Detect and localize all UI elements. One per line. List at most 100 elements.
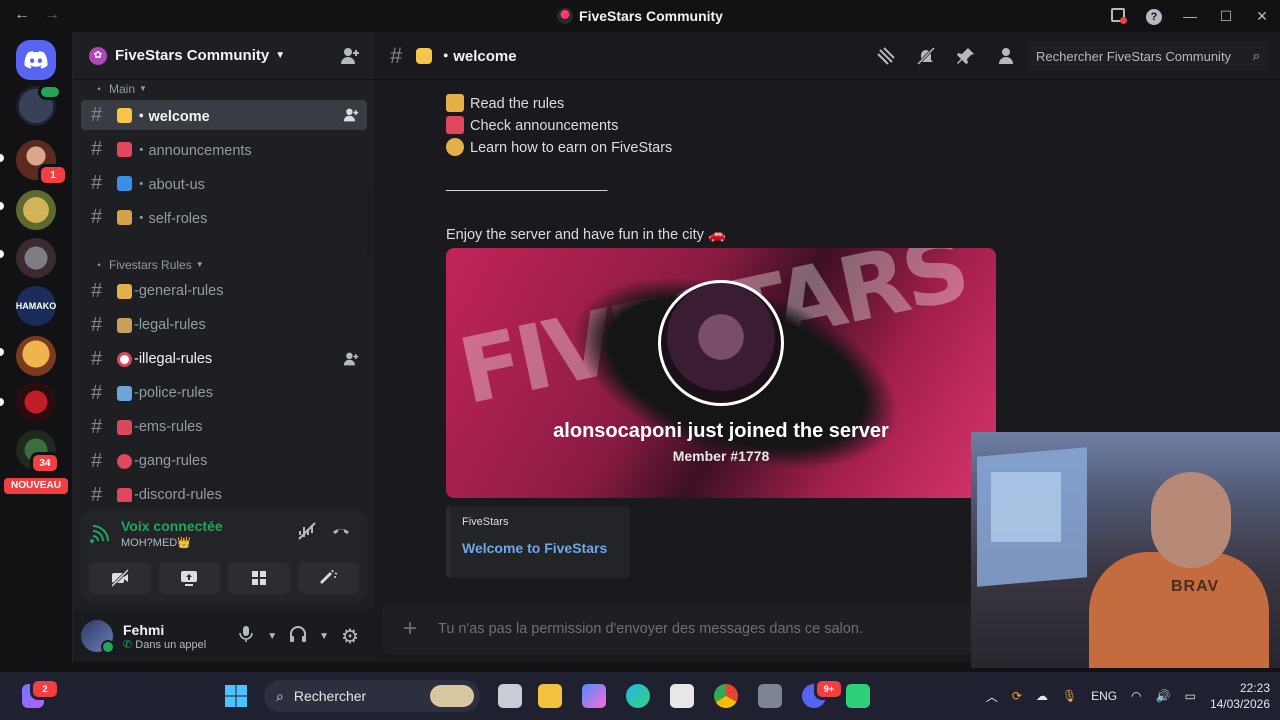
chevron-down-icon[interactable]: ▼ [267,631,277,642]
voice-channel-name[interactable]: MOH?MED👑 [121,536,223,549]
channel-legal-rules[interactable]: # -legal-rules [81,310,367,340]
channel-gang-rules[interactable]: # -gang-rules [81,446,367,476]
cloud-icon[interactable]: ☁ [1036,689,1048,703]
microsoft-store-icon[interactable] [670,684,694,708]
noise-suppression-icon[interactable] [297,521,317,546]
user-panel: Fehmi ✆ Dans un appel ▼ ▼ ⚙ [73,610,375,662]
channel-ems-rules[interactable]: # -ems-rules [81,412,367,442]
server-icon-3[interactable] [16,190,56,230]
server-icon-6[interactable] [16,336,56,376]
channel-about-us[interactable]: # ・about-us [81,168,367,198]
server-name: FiveStars Community [115,47,270,64]
server-header[interactable]: ✿ FiveStars Community ▼ [73,32,374,80]
copilot-icon[interactable] [582,684,606,708]
new-servers-label[interactable]: NOUVEAU [4,478,68,494]
language-indicator[interactable]: ENG [1091,689,1117,703]
search-icon: ⌕ [276,687,284,704]
channel-announcements[interactable]: # ・announcements [81,134,367,164]
scroll-emoji-icon [446,94,464,112]
hash-icon: # [91,347,103,370]
channel-sidebar: ✿ FiveStars Community ▼ ・ Main ▼ # ・welcom… [72,32,375,662]
windows-start-icon[interactable] [224,684,248,713]
money-bag-emoji-icon [446,138,464,156]
search-highlight-icon [430,685,474,707]
wave-emoji-icon [416,47,433,64]
disconnect-call-icon[interactable] [331,521,351,546]
battery-icon[interactable]: ▭ [1185,689,1196,703]
gear-icon[interactable]: ⚙ [341,624,359,649]
notification-bell-muted-icon[interactable] [916,46,936,71]
volume-icon[interactable]: 🔊 [1156,689,1171,703]
invite-to-channel-icon[interactable] [343,107,359,123]
member-list-icon[interactable] [996,46,1016,71]
soundboard-button[interactable] [297,562,359,594]
chevron-up-icon[interactable]: ︿ [986,688,998,705]
taskbar-search[interactable]: ⌕ Rechercher [264,680,480,712]
member-avatar [658,280,784,406]
channel-title: ・welcome [438,48,517,65]
screen-share-button[interactable] [158,562,220,594]
unread-pill [0,250,4,258]
threads-icon[interactable] [876,46,896,71]
megaphone-emoji-icon [117,141,132,157]
headphones-icon[interactable] [289,625,307,648]
hash-icon: # [91,137,103,160]
close-button[interactable]: ✕ [1244,8,1280,25]
unread-pill [0,348,4,356]
channel-header: # ・welcome Rechercher FiveStars Communit… [374,32,1280,80]
search-input[interactable]: Rechercher FiveStars Community ⌕ [1028,42,1268,70]
sync-icon[interactable]: ⟳ [1012,689,1022,703]
minimize-button[interactable]: — [1172,8,1208,24]
server-icon-4[interactable] [16,238,56,278]
server-emblem-icon: ✿ [89,46,107,65]
pin-icon[interactable] [956,46,976,71]
title-bar: ← → FiveStars Community ? — ☐ ✕ [0,0,1280,32]
channel-illegal-rules[interactable]: # -illegal-rules [81,344,367,374]
hash-icon: # [91,381,103,404]
channel-police-rules[interactable]: # -police-rules [81,378,367,408]
no-entry-emoji-icon [117,351,132,367]
invite-people-icon[interactable] [340,46,360,66]
category-main[interactable]: ・ Main ▼ [93,80,147,97]
voice-active-icon [38,84,62,100]
help-icon[interactable]: ? [1136,7,1172,25]
channel-self-roles[interactable]: # ・self-roles [81,202,367,232]
channel-discord-rules[interactable]: # -discord-rules [81,480,367,502]
microphone-icon[interactable] [237,625,255,648]
channel-list-scrollbar[interactable] [367,190,371,254]
voice-connected-panel: Voix connectée MOH?MED👑 [81,510,367,602]
invite-to-channel-icon[interactable] [343,351,359,367]
settings-app-icon[interactable] [758,684,782,708]
microphone-in-use-icon[interactable]: 🎙 [1062,689,1077,703]
username[interactable]: Fehmi [123,622,206,638]
hash-icon: # [91,205,103,228]
voice-status-title[interactable]: Voix connectée [121,518,223,534]
channel-general-rules[interactable]: # -general-rules [81,276,367,306]
user-status: ✆ Dans un appel [123,638,207,651]
clock[interactable]: 22:23 14/03/2026 [1210,680,1270,712]
camera-off-button[interactable] [89,562,151,594]
file-explorer-icon[interactable] [538,684,562,708]
avatar[interactable] [81,620,115,654]
discord-logo-icon [24,51,48,69]
discord-home-button[interactable] [16,40,56,80]
embed-title-link[interactable]: Welcome to FiveStars [462,540,618,556]
welcome-embed-image[interactable]: FIVESTARS alonsocaponi just joined the s… [446,248,996,498]
webcam-overlay: BRAV [971,432,1280,668]
hash-icon: # [91,279,103,302]
wifi-icon[interactable]: ◠ [1131,689,1141,703]
edge-browser-icon[interactable] [626,684,650,708]
category-fivestars-rules[interactable]: ・ Fivestars Rules ▼ [93,256,204,273]
maximize-button[interactable]: ☐ [1208,8,1244,25]
server-icon-hamako[interactable]: HAMAKO [16,286,56,326]
task-view-icon[interactable] [498,684,522,708]
chevron-down-icon[interactable]: ▼ [319,631,329,642]
chrome-browser-icon[interactable] [714,684,738,708]
server-logo-icon [557,8,574,24]
inbox-icon[interactable] [1100,7,1136,25]
messaging-app-icon[interactable] [846,684,870,708]
server-icon-7[interactable] [16,382,56,422]
channel-welcome[interactable]: # ・welcome [81,100,367,130]
activities-button[interactable] [228,562,290,594]
channel-list: ・ Main ▼ # ・welcome # ・announcements # ・ab… [73,80,374,502]
